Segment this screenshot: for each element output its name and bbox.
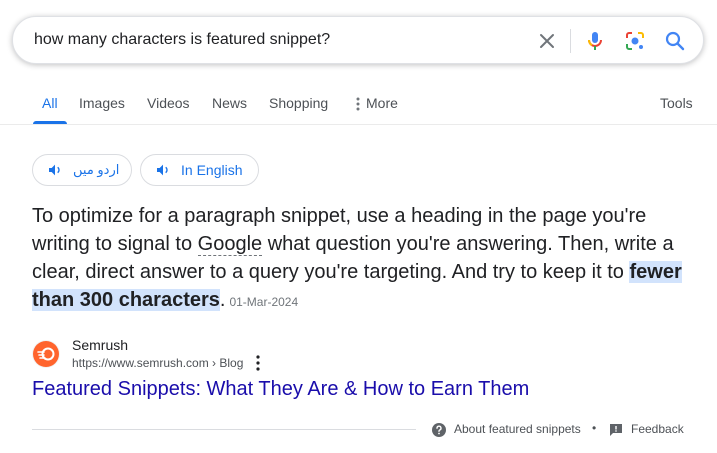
- tab-all[interactable]: All: [42, 95, 58, 111]
- tab-news[interactable]: News: [212, 95, 247, 111]
- speaker-icon: [49, 164, 60, 176]
- source-site-name[interactable]: Semrush: [72, 337, 128, 353]
- search-icon[interactable]: [663, 29, 687, 53]
- snippet-date: 01-Mar-2024: [229, 295, 299, 309]
- google-lens-icon[interactable]: [623, 29, 647, 53]
- footer-separator: •: [592, 421, 597, 435]
- more-vert-icon: [356, 97, 360, 111]
- google-term-link[interactable]: Google: [197, 233, 263, 256]
- tab-more-label: More: [366, 95, 398, 111]
- tab-shopping[interactable]: Shopping: [269, 95, 328, 111]
- listen-english-label: In English: [181, 162, 243, 178]
- footer-divider: [32, 429, 416, 430]
- tabs-divider: [0, 124, 717, 125]
- tab-videos[interactable]: Videos: [147, 95, 190, 111]
- result-title-link[interactable]: Featured Snippets: What They Are & How t…: [32, 378, 529, 401]
- listen-urdu-label: اردو میں: [73, 162, 120, 177]
- feedback-link[interactable]: Feedback: [631, 422, 684, 436]
- semrush-logo-icon: [33, 341, 59, 367]
- answer-period: .: [219, 289, 226, 311]
- feedback-icon[interactable]: [609, 423, 623, 437]
- tab-more[interactable]: More: [356, 95, 398, 111]
- search-divider: [570, 29, 571, 53]
- help-icon[interactable]: [431, 422, 447, 438]
- search-input[interactable]: how many characters is featured snippet?: [34, 31, 330, 49]
- search-tabs: All Images Videos News Shopping More Too…: [0, 88, 717, 125]
- microphone-icon[interactable]: [583, 29, 607, 53]
- semrush-favicon[interactable]: [32, 340, 60, 368]
- about-featured-snippets-link[interactable]: About featured snippets: [454, 422, 581, 436]
- listen-english-button[interactable]: In English: [140, 154, 259, 186]
- listen-urdu-button[interactable]: اردو میں: [32, 154, 132, 186]
- tab-images[interactable]: Images: [79, 95, 125, 111]
- tools-button[interactable]: Tools: [660, 95, 693, 111]
- featured-snippet-text: To optimize for a paragraph snippet, use…: [32, 202, 702, 316]
- source-url[interactable]: https://www.semrush.com › Blog: [72, 356, 243, 370]
- speaker-icon: [157, 164, 168, 176]
- search-bar[interactable]: how many characters is featured snippet?: [12, 16, 704, 64]
- close-icon[interactable]: [535, 29, 559, 53]
- more-vert-icon[interactable]: [252, 354, 264, 372]
